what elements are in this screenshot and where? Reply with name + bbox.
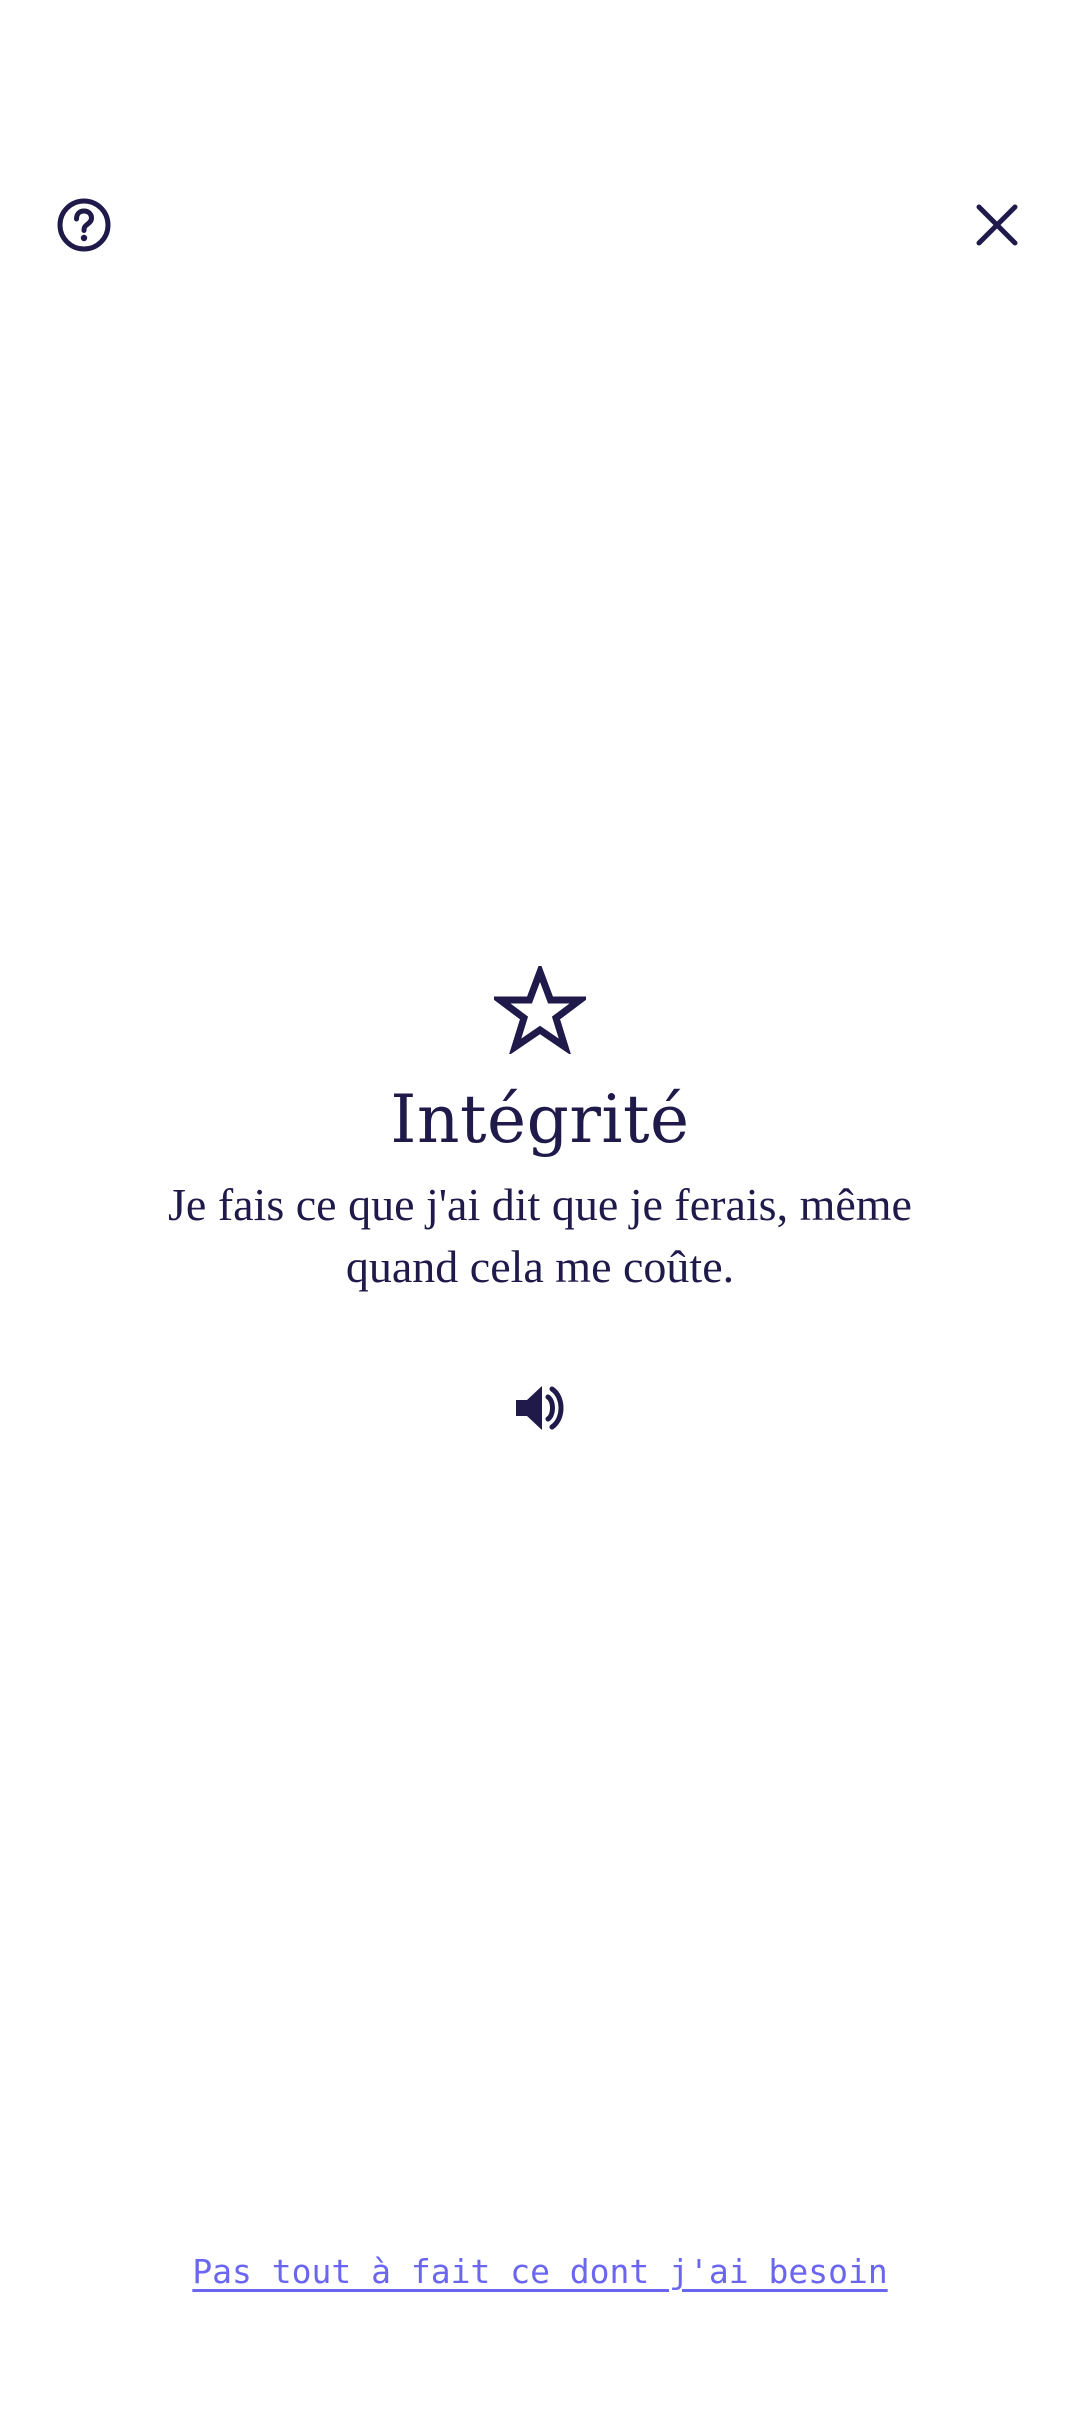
not-what-i-need-link[interactable]: Pas tout à fait ce dont j'ai besoin	[0, 2250, 1080, 2294]
value-card: Intégrité Je fais ce que j'ai dit que je…	[0, 960, 1080, 1450]
help-button[interactable]	[44, 187, 124, 267]
play-audio-button[interactable]	[500, 1370, 580, 1450]
close-button[interactable]	[957, 187, 1037, 267]
value-title: Intégrité	[390, 1081, 690, 1158]
value-description: Je fais ce que j'ai dit que je ferais, m…	[168, 1179, 912, 1292]
star-outline-icon	[490, 960, 590, 1060]
help-circle-icon	[56, 197, 112, 258]
close-icon	[974, 202, 1020, 253]
speaker-volume-icon	[512, 1380, 568, 1441]
